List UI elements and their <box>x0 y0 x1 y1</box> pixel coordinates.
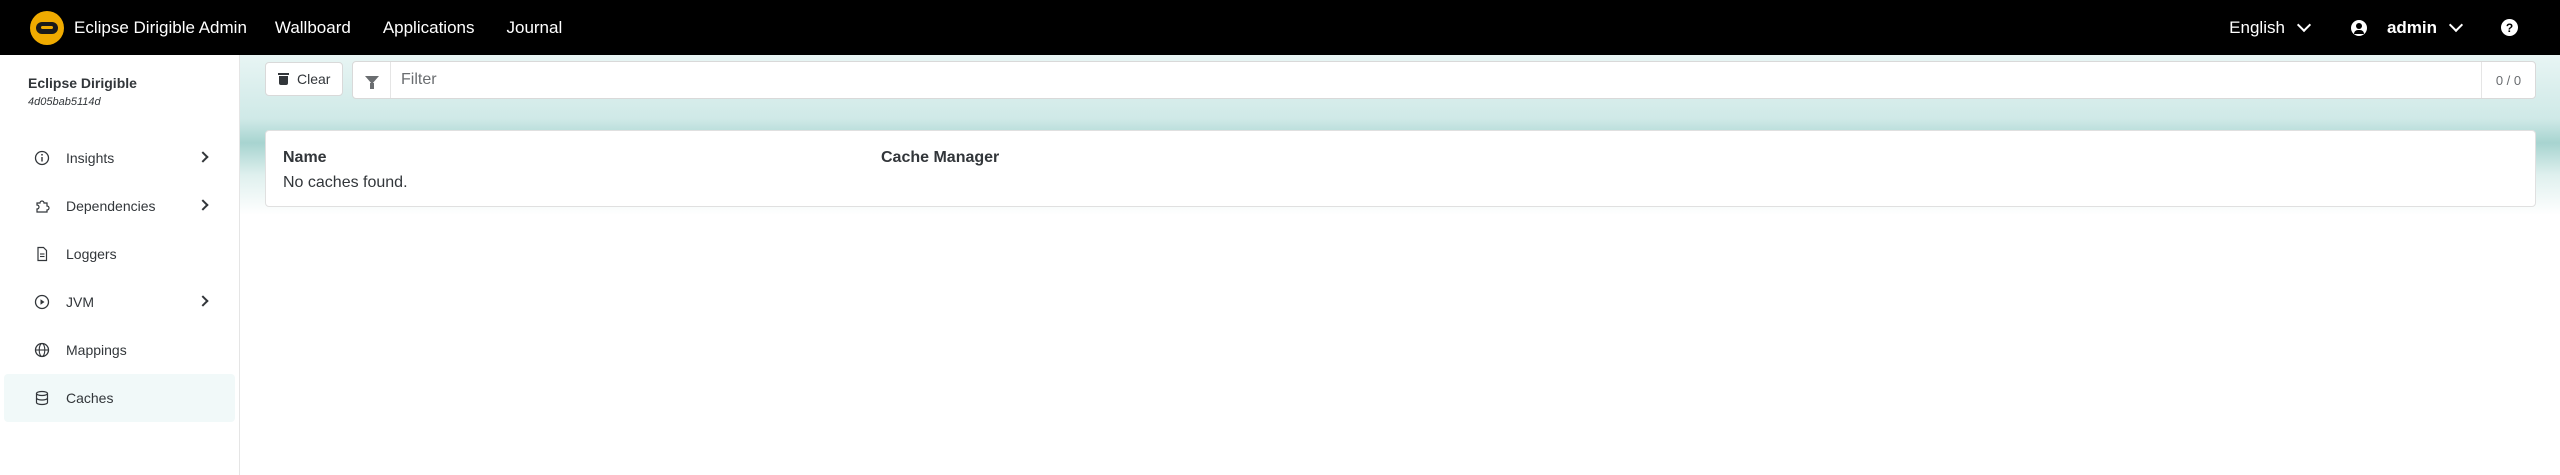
user-circle-icon <box>2350 19 2367 36</box>
sidebar-item-jvm[interactable]: JVM <box>4 278 235 326</box>
brand[interactable]: Eclipse Dirigible Admin <box>30 10 247 45</box>
help-icon[interactable]: ? <box>2501 19 2518 36</box>
sidebar-list: Insights Dependencies Loggers JVM Mappin… <box>0 134 239 422</box>
toolbar: Clear <box>265 61 344 97</box>
caches-table: Name Cache Manager No caches found. <box>265 130 2536 207</box>
filter-icon <box>364 76 379 89</box>
nav-link-journal[interactable]: Journal <box>506 18 562 38</box>
column-header-cache-manager[interactable]: Cache Manager <box>881 149 999 167</box>
sidebar-item-mappings[interactable]: Mappings <box>4 326 235 374</box>
filter-icon-button[interactable] <box>353 62 391 98</box>
sidebar-subtitle: 4d05bab5114d <box>28 96 101 108</box>
chevron-down-icon <box>2448 17 2464 33</box>
trash-icon <box>278 73 289 85</box>
database-icon <box>34 390 50 406</box>
nav-right: English admin ? <box>2229 18 2560 38</box>
sidebar-item-label: Loggers <box>66 246 117 262</box>
chevron-right-icon <box>197 151 209 163</box>
sidebar-item-label: Caches <box>66 390 114 406</box>
filter-bar: 0 / 0 <box>352 61 2536 99</box>
document-icon <box>34 246 50 262</box>
brand-name: Eclipse Dirigible Admin <box>74 17 247 37</box>
chevron-right-icon <box>197 199 209 211</box>
sidebar: Eclipse Dirigible 4d05bab5114d Insights … <box>0 55 240 475</box>
sidebar-item-loggers[interactable]: Loggers <box>4 230 235 278</box>
globe-icon <box>34 342 50 358</box>
nav-links: Wallboard Applications Journal <box>275 18 594 38</box>
column-header-name[interactable]: Name <box>283 149 327 167</box>
puzzle-icon <box>34 198 50 214</box>
clear-button-label: Clear <box>297 71 331 87</box>
main-content: Clear 0 / 0 Name Cache Manager No caches… <box>240 55 2560 475</box>
play-circle-icon <box>34 294 50 310</box>
sidebar-item-label: Mappings <box>66 342 127 358</box>
nav-link-wallboard[interactable]: Wallboard <box>275 18 351 38</box>
chevron-down-icon <box>2296 17 2312 33</box>
filter-count: 0 / 0 <box>2481 62 2535 98</box>
language-label: English <box>2229 17 2285 37</box>
sidebar-item-label: Dependencies <box>66 198 156 214</box>
sidebar-item-dependencies[interactable]: Dependencies <box>4 182 235 230</box>
info-icon <box>34 150 50 166</box>
sidebar-item-label: Insights <box>66 150 115 166</box>
chevron-right-icon <box>197 295 209 307</box>
nav-link-applications[interactable]: Applications <box>383 18 475 38</box>
sidebar-item-label: JVM <box>66 294 94 310</box>
user-name: admin <box>2386 17 2437 37</box>
sidebar-item-caches[interactable]: Caches <box>4 374 235 422</box>
sidebar-title: Eclipse Dirigible <box>28 75 137 91</box>
user-menu[interactable]: admin <box>2350 17 2464 38</box>
empty-message: No caches found. <box>283 174 408 191</box>
clear-button[interactable]: Clear <box>265 62 344 96</box>
dirigible-logo-icon <box>30 10 64 45</box>
language-selector[interactable]: English <box>2229 17 2312 38</box>
sidebar-header: Eclipse Dirigible 4d05bab5114d <box>0 55 239 108</box>
top-navbar: Eclipse Dirigible Admin Wallboard Applic… <box>0 0 2560 55</box>
filter-input[interactable] <box>391 62 2481 98</box>
sidebar-item-insights[interactable]: Insights <box>4 134 235 182</box>
